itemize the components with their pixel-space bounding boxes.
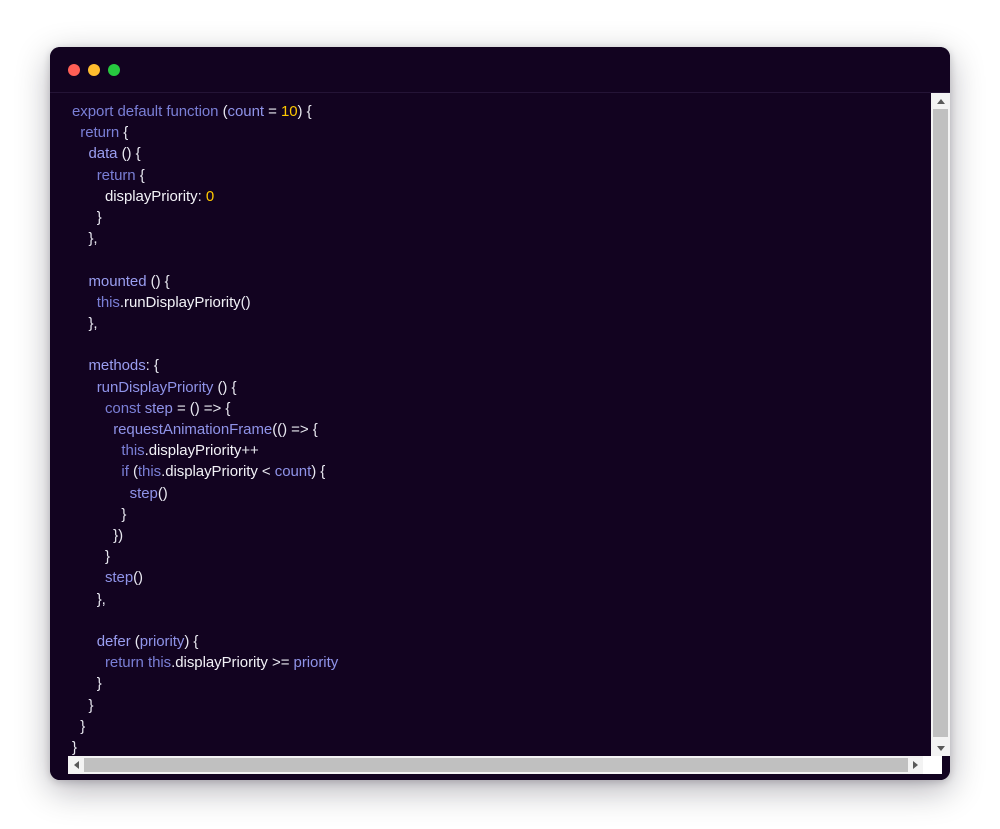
window-titlebar[interactable] — [50, 47, 950, 93]
code-line: }, — [72, 315, 98, 333]
code-line: } — [72, 739, 77, 756]
code-line: export default function (count = 10) { — [72, 103, 312, 120]
code-line: } — [72, 717, 86, 735]
maximize-window-icon[interactable] — [108, 63, 120, 76]
editor-row: export default function (count = 10) { r… — [50, 93, 950, 756]
code-line: return { — [96, 166, 145, 184]
code-line: requestAnimationFrame(() => { — [113, 421, 318, 439]
code-line: defer (priority) { — [96, 633, 199, 651]
code-line: this.displayPriority++ — [121, 442, 259, 460]
code-line: return this.displayPriority >= priority — [104, 654, 339, 672]
code-line: data () { — [88, 145, 141, 163]
chevron-left-icon — [73, 761, 79, 769]
code-line: mounted () { — [88, 272, 170, 290]
code-line: }, — [72, 590, 106, 608]
horizontal-scrollbar[interactable] — [68, 756, 923, 774]
window-controls — [68, 63, 120, 76]
editor-body: export default function (count = 10) { r… — [50, 93, 950, 780]
close-window-icon[interactable] — [68, 63, 80, 76]
screen: export default function (count = 10) { r… — [0, 0, 1000, 829]
scroll-down-button[interactable] — [931, 740, 950, 756]
code-line: } — [72, 675, 102, 693]
code-line: const step = () => { — [104, 399, 231, 417]
scroll-up-button[interactable] — [931, 93, 950, 109]
vertical-scroll-track[interactable] — [931, 109, 950, 740]
chevron-right-icon — [912, 761, 918, 769]
code-line: } — [72, 696, 94, 714]
code-area[interactable]: export default function (count = 10) { r… — [50, 93, 930, 756]
code-line: step() — [104, 569, 143, 587]
code-line: this.runDisplayPriority() — [96, 293, 251, 311]
horizontal-scroll-thumb[interactable] — [84, 758, 908, 772]
code-line: } — [72, 209, 102, 227]
code-editor-window: export default function (count = 10) { r… — [50, 47, 950, 780]
chevron-up-icon — [936, 98, 945, 104]
scrollbar-corner — [923, 756, 942, 774]
code-line: if (this.displayPriority < count) { — [121, 463, 326, 481]
code-line: methods: { — [88, 357, 159, 375]
horizontal-scroll-track[interactable] — [84, 756, 908, 774]
code-line: return { — [80, 124, 129, 142]
code-line: step() — [129, 484, 168, 502]
minimize-window-icon[interactable] — [88, 63, 100, 76]
code-line: }, — [72, 230, 98, 248]
code-line: displayPriority: 0 — [104, 187, 215, 205]
chevron-down-icon — [936, 745, 945, 751]
vertical-scrollbar[interactable] — [930, 93, 950, 756]
horizontal-scrollbar-row — [50, 756, 950, 780]
code-line: }) — [72, 527, 124, 545]
code-line: } — [72, 548, 110, 566]
scroll-left-button[interactable] — [68, 756, 84, 774]
source-code[interactable]: export default function (count = 10) { r… — [50, 101, 930, 756]
code-line: runDisplayPriority () { — [96, 378, 237, 396]
scroll-right-button[interactable] — [907, 756, 923, 774]
vertical-scroll-thumb[interactable] — [933, 109, 948, 737]
code-line: } — [72, 505, 127, 523]
